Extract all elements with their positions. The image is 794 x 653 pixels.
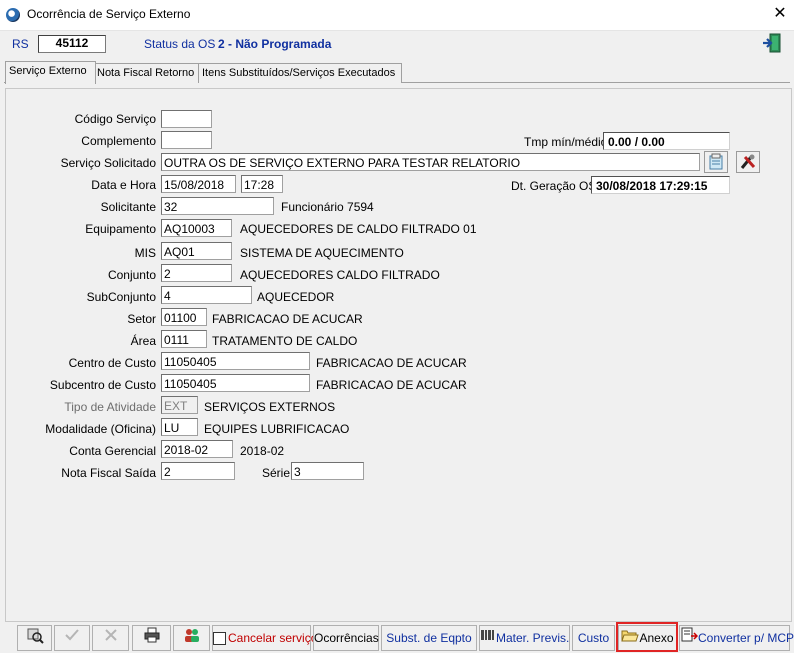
cancelar-servico-label: Cancelar serviço bbox=[228, 631, 318, 645]
setor-input[interactable]: 01100 bbox=[161, 308, 207, 326]
users-button[interactable] bbox=[173, 625, 210, 651]
subcentro-custo-desc: FABRICACAO DE ACUCAR bbox=[316, 378, 467, 392]
modalidade-input[interactable]: LU bbox=[161, 418, 198, 436]
tipo-atividade-desc: SERVIÇOS EXTERNOS bbox=[204, 400, 336, 414]
equipamento-input[interactable]: AQ10003 bbox=[161, 219, 232, 237]
anexo-highlight bbox=[616, 622, 678, 652]
subst-eqpto-button[interactable]: Subst. de Eqpto bbox=[381, 625, 477, 651]
modalidade-desc: EQUIPES LUBRIFICACAO bbox=[204, 422, 350, 436]
converter-mcp-label: Converter p/ MCP bbox=[698, 631, 794, 645]
subcentro-custo-label: Subcentro de Custo bbox=[49, 378, 156, 392]
convert-icon bbox=[680, 627, 699, 651]
serie-input[interactable]: 3 bbox=[291, 462, 364, 480]
x-icon bbox=[102, 626, 120, 652]
ocorrencias-button[interactable]: Ocorrências bbox=[313, 625, 379, 651]
window-title: Ocorrência de Serviço Externo bbox=[27, 7, 191, 21]
nota-fiscal-saida-input[interactable]: 2 bbox=[161, 462, 235, 480]
conjunto-label: Conjunto bbox=[107, 268, 156, 282]
subconjunto-input[interactable]: 4 bbox=[161, 286, 252, 304]
centro-custo-desc: FABRICACAO DE ACUCAR bbox=[316, 356, 467, 370]
nota-fiscal-saida-label: Nota Fiscal Saída bbox=[61, 466, 156, 480]
printer-icon bbox=[143, 626, 161, 652]
area-label: Área bbox=[130, 334, 156, 348]
conjunto-desc: AQUECEDORES CALDO FILTRADO bbox=[240, 268, 440, 282]
dt-geracao-label: Dt. Geração OS bbox=[511, 179, 597, 193]
mis-desc: SISTEMA DE AQUECIMENTO bbox=[240, 246, 404, 260]
rs-label: RS bbox=[12, 37, 29, 51]
mis-label: MIS bbox=[134, 246, 156, 260]
codigo-servico-input[interactable] bbox=[161, 110, 212, 128]
cancel-edit-button[interactable] bbox=[92, 625, 129, 651]
status-label: Status da OS bbox=[144, 37, 216, 51]
mis-input[interactable]: AQ01 bbox=[161, 242, 232, 260]
equipamento-label: Equipamento bbox=[85, 222, 156, 236]
data-hora-label: Data e Hora bbox=[91, 178, 156, 192]
close-icon[interactable]: ✕ bbox=[770, 3, 790, 25]
app-icon bbox=[6, 8, 20, 22]
conta-gerencial-label: Conta Gerencial bbox=[69, 444, 156, 458]
area-input[interactable]: 0111 bbox=[161, 330, 207, 348]
setor-desc: FABRICACAO DE ACUCAR bbox=[212, 312, 363, 326]
tipo-atividade-label: Tipo de Atividade bbox=[64, 400, 156, 414]
title-bar: Ocorrência de Serviço Externo ✕ bbox=[0, 0, 794, 31]
search-gear-icon bbox=[26, 626, 44, 652]
modalidade-label: Modalidade (Oficina) bbox=[45, 422, 156, 436]
solicitante-desc: Funcionário 7594 bbox=[281, 200, 374, 214]
complemento-label: Complemento bbox=[81, 134, 156, 148]
tab-servico-externo[interactable]: Serviço Externo bbox=[5, 61, 96, 84]
centro-custo-label: Centro de Custo bbox=[68, 356, 156, 370]
solicitante-label: Solicitante bbox=[100, 200, 156, 214]
mater-previs-label: Mater. Previs. bbox=[496, 631, 570, 645]
complemento-input[interactable] bbox=[161, 131, 212, 149]
status-value: 2 - Não Programada bbox=[218, 37, 332, 51]
cancelar-servico-checkbox[interactable]: Cancelar serviço bbox=[212, 625, 317, 651]
servico-solicitado-input[interactable]: OUTRA OS DE SERVIÇO EXTERNO PARA TESTAR … bbox=[161, 153, 700, 171]
materials-icon bbox=[480, 627, 496, 651]
serie-label: Série bbox=[262, 466, 291, 480]
tab-nota-fiscal-retorno[interactable]: Nota Fiscal Retorno bbox=[93, 63, 202, 83]
converter-mcp-button[interactable]: Converter p/ MCP bbox=[679, 625, 794, 651]
search-equipment-button[interactable] bbox=[17, 625, 52, 651]
tmp-value: 0.00 / 0.00 bbox=[603, 132, 730, 150]
subcentro-custo-input[interactable]: 11050405 bbox=[161, 374, 310, 392]
subconjunto-desc: AQUECEDOR bbox=[257, 290, 335, 304]
setor-label: Setor bbox=[127, 312, 156, 326]
solicitante-input[interactable]: 32 bbox=[161, 197, 274, 215]
custo-button[interactable]: Custo bbox=[572, 625, 615, 651]
conta-gerencial-desc: 2018-02 bbox=[240, 444, 285, 458]
subconjunto-label: SubConjunto bbox=[86, 290, 156, 304]
equipamento-desc: AQUECEDORES DE CALDO FILTRADO 01 bbox=[240, 222, 477, 236]
tab-itens-substituidos[interactable]: Itens Substituídos/Serviços Executados bbox=[198, 63, 402, 83]
confirm-button[interactable] bbox=[54, 625, 90, 651]
codigo-servico-label: Código Serviço bbox=[74, 112, 156, 126]
mater-previs-button[interactable]: Mater. Previs. bbox=[479, 625, 570, 651]
print-button[interactable] bbox=[132, 625, 171, 651]
notepad-icon[interactable] bbox=[704, 151, 728, 173]
checkbox-icon[interactable] bbox=[213, 632, 226, 646]
time-input[interactable]: 17:28 bbox=[241, 175, 283, 193]
rs-number-field[interactable]: 45112 bbox=[38, 35, 106, 53]
users-icon bbox=[182, 626, 202, 652]
exit-door-icon[interactable] bbox=[761, 32, 783, 54]
conta-gerencial-input[interactable]: 2018-02 bbox=[161, 440, 233, 458]
dt-geracao-value: 30/08/2018 17:29:15 bbox=[591, 176, 730, 194]
date-input[interactable]: 15/08/2018 bbox=[161, 175, 236, 193]
conjunto-input[interactable]: 2 bbox=[161, 264, 232, 282]
checkmark-icon bbox=[63, 626, 81, 652]
centro-custo-input[interactable]: 11050405 bbox=[161, 352, 310, 370]
area-desc: TRATAMENTO DE CALDO bbox=[212, 334, 358, 348]
tipo-atividade-input: EXT bbox=[161, 396, 198, 414]
tmp-label: Tmp mín/médio bbox=[524, 135, 608, 149]
tools-icon[interactable] bbox=[736, 151, 760, 173]
servico-solicitado-label: Serviço Solicitado bbox=[60, 156, 156, 170]
